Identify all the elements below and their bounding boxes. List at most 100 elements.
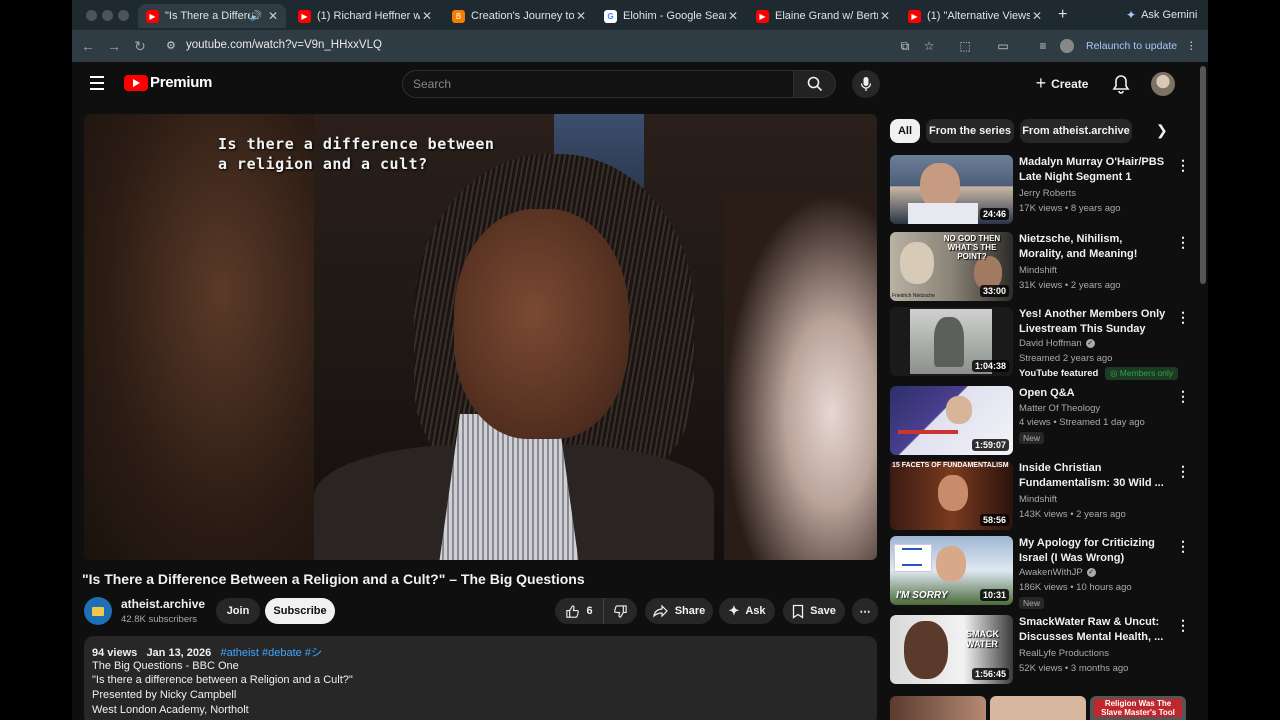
browser-tab[interactable]: ▶ Elaine Grand w/ Bertrand ✕ — [748, 4, 898, 28]
more-actions-button[interactable]: ⋯ — [852, 598, 878, 624]
recommendation-item[interactable]: 24:46 Madalyn Murray O'Hair/PBS Late Nig… — [890, 155, 1190, 227]
recommendation-item[interactable]: 15 FACETS OF FUNDAMENTALISM 58:56 Inside… — [890, 461, 1190, 533]
chip-from-channel[interactable]: From atheist.archive — [1020, 119, 1132, 143]
site-info-icon[interactable]: ⚙ — [166, 39, 176, 52]
subscribe-button[interactable]: Subscribe — [265, 598, 335, 624]
bookmark-star-icon[interactable]: ☆ — [920, 37, 938, 55]
recommendation-channel[interactable]: David Hoffman — [1019, 338, 1082, 349]
profile-avatar-icon[interactable] — [1060, 39, 1074, 53]
video-thumbnail[interactable]: Religion Was The Slave Master's Tool — [1090, 696, 1186, 720]
relaunch-button[interactable]: Relaunch to update ⋮ — [1086, 40, 1197, 52]
video-thumbnail[interactable]: 1:04:38 — [890, 307, 1013, 376]
recommendation-title[interactable]: Madalyn Murray O'Hair/PBS Late Night Seg… — [1019, 155, 1169, 185]
notifications-bell-icon[interactable] — [1110, 73, 1132, 95]
video-thumbnail[interactable] — [890, 696, 986, 720]
recommendation-title[interactable]: Nietzsche, Nihilism, Morality, and Meani… — [1019, 232, 1169, 262]
recommendation-title[interactable]: Yes! Another Members Only Livestream Thi… — [1019, 307, 1169, 337]
youtube-favicon-icon: ▶ — [756, 9, 769, 23]
video-person-face — [454, 209, 629, 439]
url-field[interactable]: youtube.com/watch?v=V9n_HHxxVLQ — [186, 39, 382, 51]
recommendation-channel[interactable]: Jerry Roberts — [1019, 188, 1076, 199]
cast-icon[interactable]: ⧉ — [896, 37, 914, 55]
ask-gemini-button[interactable]: ✦ Ask Gemini — [1126, 8, 1197, 22]
sidepanel-icon[interactable]: ▭ — [994, 37, 1012, 55]
close-tab-icon[interactable]: ✕ — [726, 9, 740, 23]
minimize-window-button[interactable] — [102, 10, 113, 21]
video-thumbnail[interactable]: SMACK WATER 1:56:45 — [890, 615, 1013, 684]
recommendation-title[interactable]: SmackWater Raw & Uncut: Discusses Mental… — [1019, 615, 1169, 645]
hashtags[interactable]: #atheist #debate #シ — [220, 647, 322, 659]
more-vertical-icon[interactable]: ⋮ — [1176, 538, 1190, 555]
video-thumbnail[interactable]: I'M SORRY 10:31 — [890, 536, 1013, 605]
account-avatar[interactable] — [1151, 72, 1175, 96]
tab-title: Creation's Journey to Li — [471, 10, 574, 22]
search-input[interactable]: Search — [402, 70, 794, 98]
recommendation-title[interactable]: Open Q&A — [1019, 386, 1169, 401]
more-vertical-icon[interactable]: ⋮ — [1176, 617, 1190, 634]
more-vertical-icon[interactable]: ⋮ — [1176, 234, 1190, 251]
close-tab-icon[interactable]: ✕ — [574, 9, 588, 23]
close-tab-icon[interactable]: ✕ — [1030, 9, 1044, 23]
video-thumbnail[interactable]: 1:59:07 — [890, 386, 1013, 455]
speaker-icon[interactable]: 🔊 — [250, 11, 262, 22]
reading-list-icon[interactable]: ≡ — [1034, 37, 1052, 55]
forward-icon[interactable]: → — [104, 36, 124, 56]
close-window-button[interactable] — [86, 10, 97, 21]
close-tab-icon[interactable]: ✕ — [420, 9, 434, 23]
chevron-right-icon[interactable]: ❯ — [1156, 122, 1168, 139]
scrollbar[interactable] — [1200, 66, 1206, 284]
new-tab-icon[interactable]: + — [1058, 6, 1067, 24]
hamburger-menu-icon[interactable] — [90, 76, 104, 94]
more-vertical-icon[interactable]: ⋮ — [1176, 463, 1190, 480]
channel-name[interactable]: atheist.archive — [121, 597, 205, 611]
video-thumbnail[interactable]: 24:46 — [890, 155, 1013, 224]
video-thumbnail[interactable] — [990, 696, 1086, 720]
recommendation-item[interactable]: SMACK WATER 1:56:45 SmackWater Raw & Unc… — [890, 615, 1190, 687]
close-tab-icon[interactable]: ✕ — [266, 9, 280, 23]
recommendation-item[interactable]: I'M SORRY 10:31 My Apology for Criticizi… — [890, 536, 1190, 609]
more-vertical-icon[interactable]: ⋮ — [1176, 157, 1190, 174]
recommendation-channel[interactable]: Mindshift — [1019, 494, 1057, 505]
recommendation-item[interactable]: 1:59:07 Open Q&A Matter Of Theology 4 vi… — [890, 386, 1190, 458]
more-vertical-icon[interactable]: ⋮ — [1176, 309, 1190, 326]
dislike-button[interactable] — [603, 598, 637, 624]
channel-avatar[interactable] — [84, 597, 112, 625]
reload-icon[interactable]: ↻ — [130, 36, 150, 56]
search-button[interactable] — [794, 70, 836, 98]
browser-tab[interactable]: G Elohim - Google Search ✕ — [596, 4, 746, 28]
save-button[interactable]: Save — [783, 598, 845, 624]
browser-tab[interactable]: ▶ (1) Richard Heffner w/ I ✕ — [290, 4, 440, 28]
recommendation-title[interactable]: Inside Christian Fundamentalism: 30 Wild… — [1019, 461, 1169, 491]
create-button[interactable]: + Create — [1028, 70, 1096, 98]
extensions-icon[interactable]: ⬚ — [956, 37, 974, 55]
video-player[interactable]: Is there a difference between a religion… — [84, 114, 877, 560]
more-menu-icon[interactable]: ⋮ — [1186, 40, 1197, 52]
maximize-window-button[interactable] — [118, 10, 129, 21]
recommendation-channel[interactable]: RealLyfe Productions — [1019, 648, 1109, 659]
chip-from-series[interactable]: From the series — [926, 119, 1014, 143]
join-button[interactable]: Join — [216, 598, 260, 624]
caption-line: a religion and a cult? — [218, 155, 428, 173]
recommendation-title[interactable]: My Apology for Criticizing Israel (I Was… — [1019, 536, 1169, 566]
browser-tab[interactable]: ▶ (1) "Alternative Views N ✕ — [900, 4, 1050, 28]
browser-tab[interactable]: B Creation's Journey to Li ✕ — [444, 4, 594, 28]
recommendation-channel[interactable]: Mindshift — [1019, 265, 1057, 276]
video-thumbnail[interactable]: NO GOD THEN WHAT'S THE POINT? Friedrich … — [890, 232, 1013, 301]
video-thumbnail[interactable]: 15 FACETS OF FUNDAMENTALISM 58:56 — [890, 461, 1013, 530]
youtube-logo[interactable]: Premium — [124, 74, 212, 91]
recommendation-item[interactable]: NO GOD THEN WHAT'S THE POINT? Friedrich … — [890, 232, 1190, 304]
like-button[interactable]: 6 — [555, 598, 603, 624]
recommendation-channel[interactable]: AwakenWithJP — [1019, 567, 1083, 578]
voice-search-button[interactable] — [852, 70, 880, 98]
share-button[interactable]: Share — [645, 598, 713, 624]
recommendation-channel[interactable]: Matter Of Theology — [1019, 403, 1100, 414]
back-icon[interactable]: ← — [78, 36, 98, 56]
chip-all[interactable]: All — [890, 119, 920, 143]
description-line: Presented by Nicky Campbell — [92, 689, 237, 701]
more-vertical-icon[interactable]: ⋮ — [1176, 388, 1190, 405]
close-tab-icon[interactable]: ✕ — [878, 9, 892, 23]
ask-button[interactable]: ✦ Ask — [719, 598, 775, 624]
browser-tab[interactable]: ▶ "Is There a Difference 🔊 ✕ — [138, 4, 286, 28]
description-box[interactable]: 94 views Jan 13, 2026 #atheist #debate #… — [84, 636, 877, 720]
recommendation-item[interactable]: 1:04:38 Yes! Another Members Only Livest… — [890, 307, 1190, 380]
